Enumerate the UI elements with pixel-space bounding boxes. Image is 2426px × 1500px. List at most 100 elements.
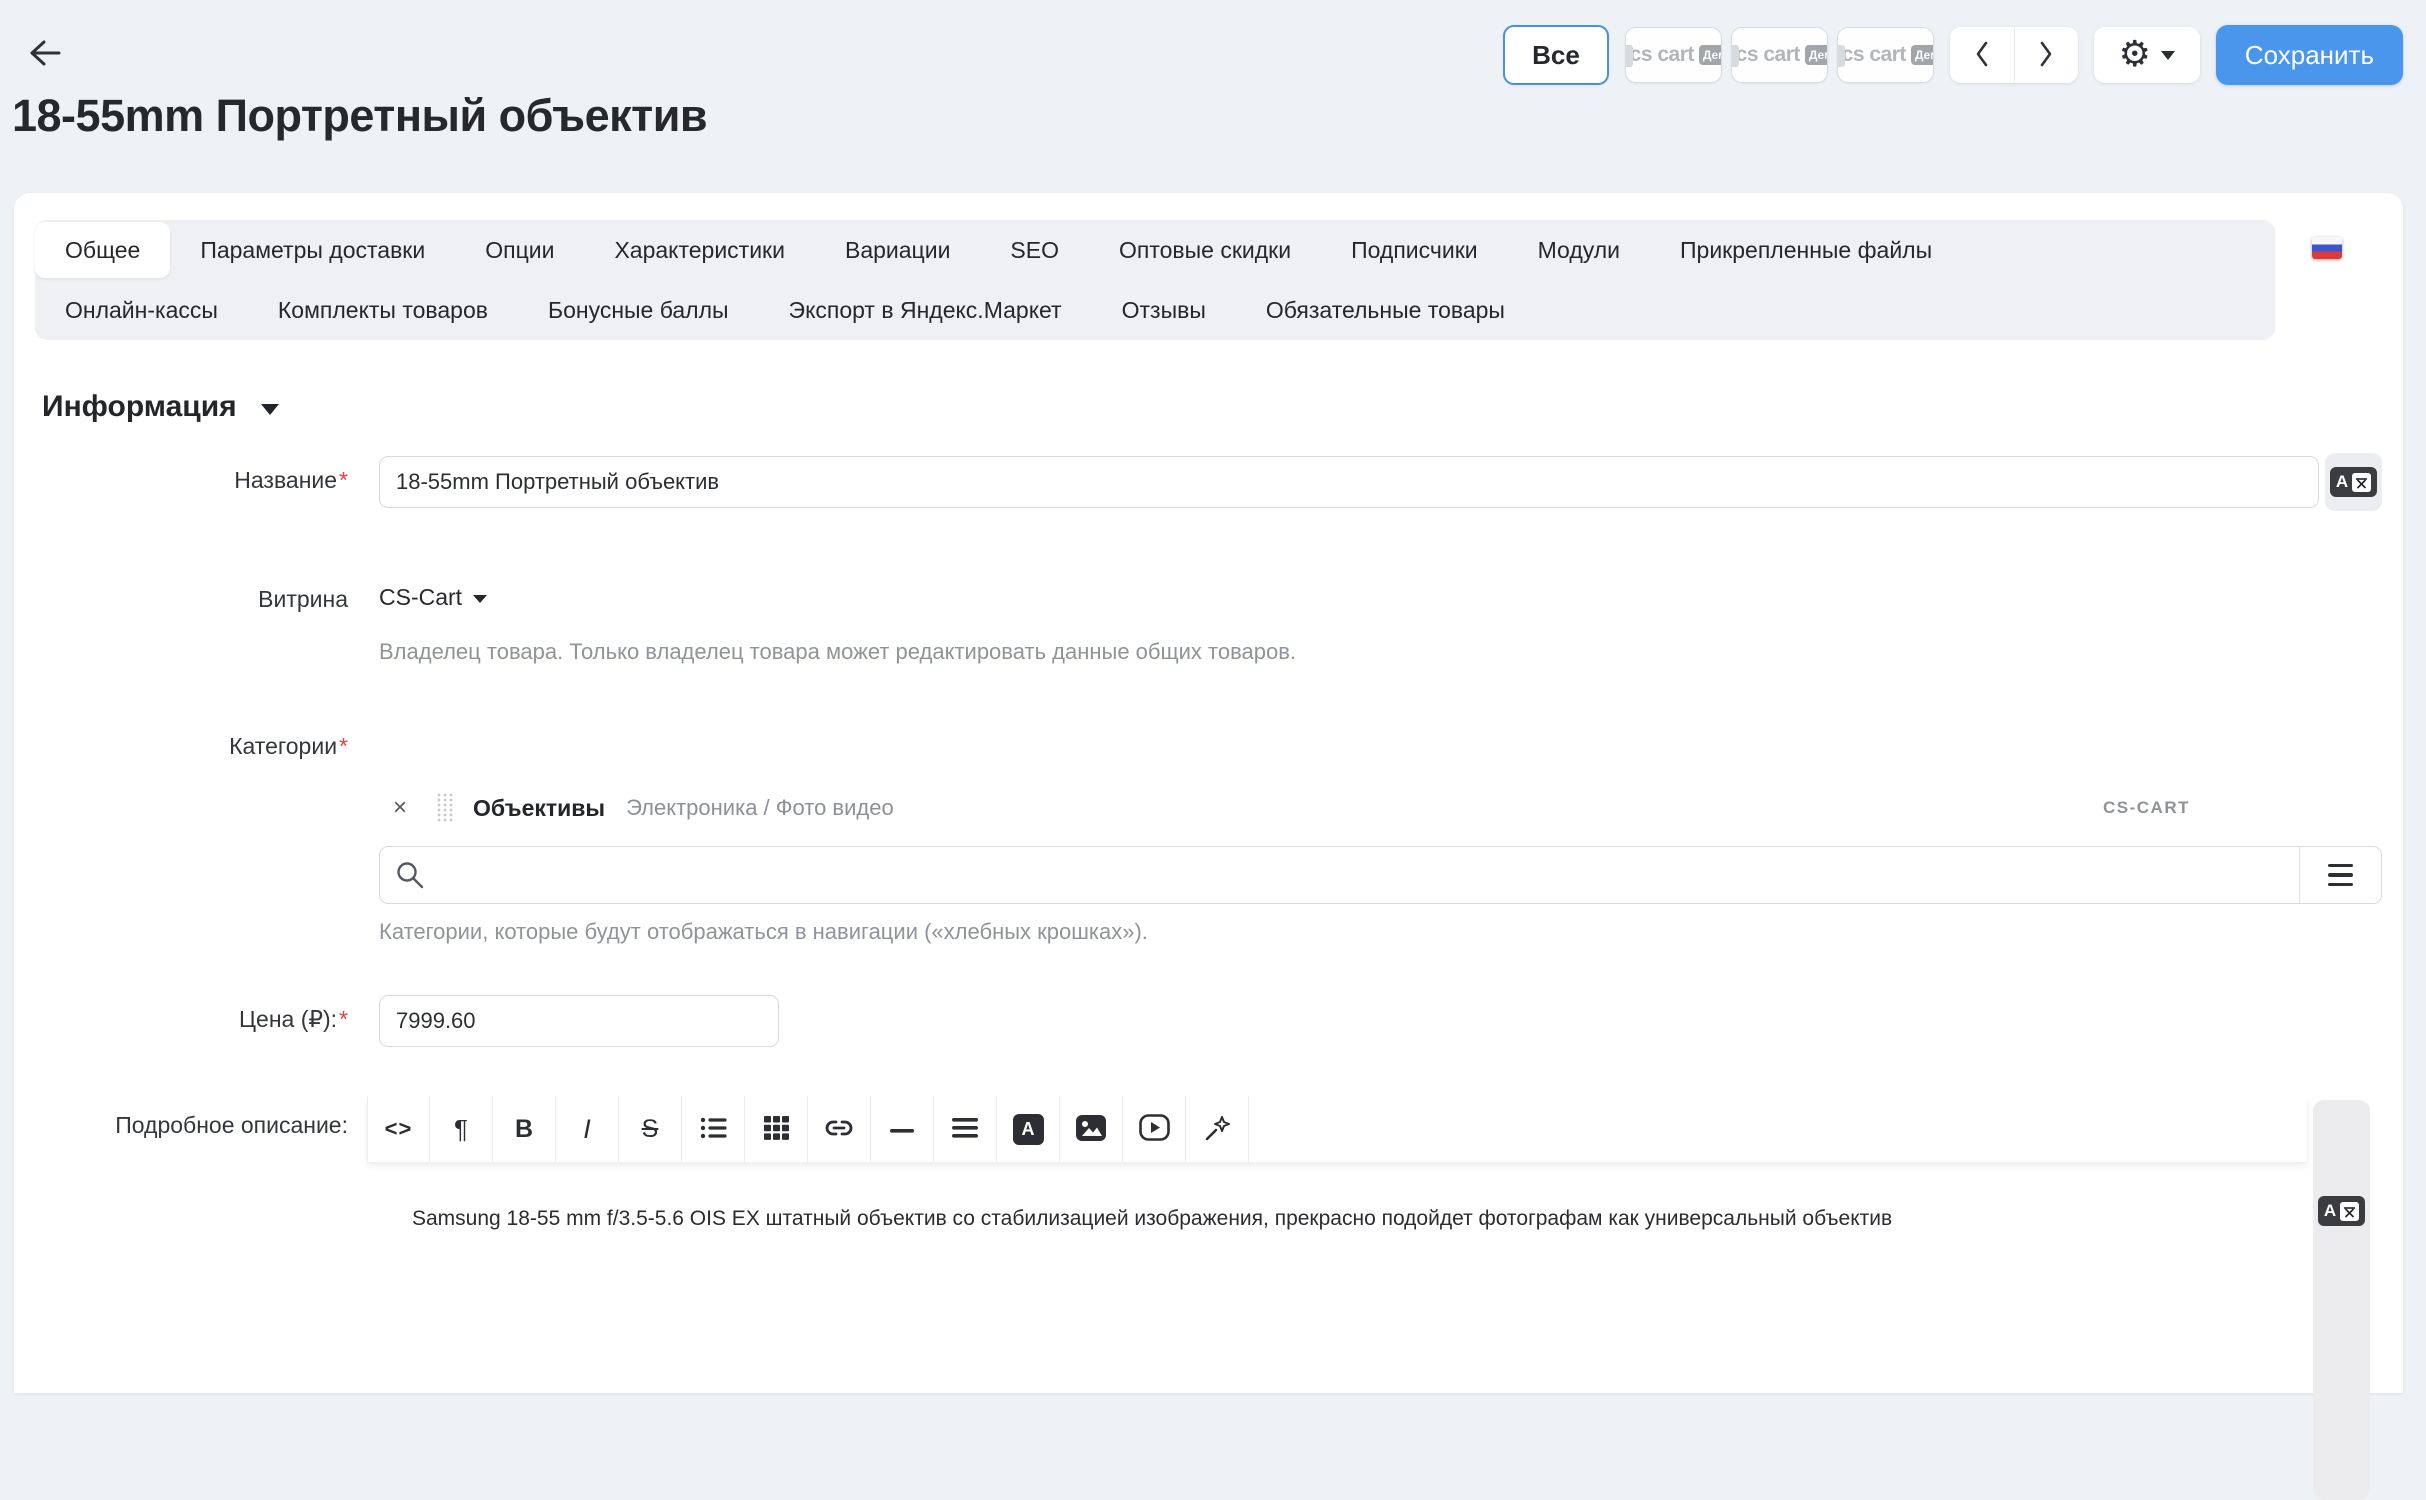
categories-hint: Категории, которые будут отображаться в … (379, 919, 2403, 945)
line-height-button[interactable] (934, 1096, 997, 1162)
font-style-button[interactable]: A (997, 1096, 1060, 1162)
tab-online-checkouts[interactable]: Онлайн-кассы (35, 282, 248, 338)
tab-attachments[interactable]: Прикрепленные файлы (1650, 222, 1962, 278)
storefront-logo: cs cart (1736, 43, 1800, 67)
back-arrow-icon (26, 37, 62, 72)
tab-addons[interactable]: Модули (1508, 222, 1650, 278)
insert-video-button[interactable] (1123, 1096, 1186, 1162)
required-asterisk: * (339, 467, 348, 493)
translate-icon[interactable]: A (2318, 1196, 2365, 1226)
tab-reviews[interactable]: Отзывы (1092, 282, 1236, 338)
tab-subscribers[interactable]: Подписчики (1321, 222, 1508, 278)
link-icon (824, 1117, 854, 1142)
storefront-field-row: Витрина CS-Cart Владелец товара. Только … (35, 575, 2403, 665)
rich-text-editor: A <> ¶ B I S (367, 1096, 2370, 1292)
magic-wand-icon (1203, 1114, 1231, 1145)
editor-language-gutter: A (2313, 1100, 2370, 1500)
tab-shipping-properties[interactable]: Параметры доставки (170, 222, 455, 278)
magic-tools-button[interactable] (1186, 1096, 1249, 1162)
tab-reward-points[interactable]: Бонусные баллы (518, 282, 759, 338)
category-path: Электроника / Фото видео (626, 795, 894, 821)
storefront-logo: cs cart (1630, 43, 1694, 67)
storefront-logo: cs cart (1842, 43, 1906, 67)
tab-seo[interactable]: SEO (980, 222, 1089, 278)
menu-icon (2328, 864, 2353, 868)
pagination-nav (1950, 27, 2078, 83)
chevron-right-icon (2037, 39, 2055, 72)
tab-required-products[interactable]: Обязательные товары (1236, 282, 1535, 338)
topbar-actions: Все cs cart Дем cs cart Дем cs cart Дем … (1503, 24, 2403, 86)
name-label: Название* (35, 456, 348, 494)
strikethrough-button[interactable]: S (619, 1096, 682, 1162)
tab-qty-discounts[interactable]: Оптовые скидки (1089, 222, 1321, 278)
list-icon (700, 1116, 727, 1143)
horizontal-rule-icon (890, 1122, 914, 1137)
tab-yandex-market-export[interactable]: Экспорт в Яндекс.Маркет (759, 282, 1092, 338)
remove-category-button[interactable]: × (393, 796, 407, 820)
drag-handle-icon[interactable] (436, 792, 454, 824)
save-button[interactable]: Сохранить (2216, 25, 2403, 85)
storefront-badge: Дем (1911, 45, 1934, 65)
storefront-button-3[interactable]: cs cart Дем (1837, 27, 1934, 83)
storefront-label: Витрина (35, 575, 348, 613)
description-editor-body[interactable]: Samsung 18-55 mm f/3.5-5.6 OIS EX штатны… (367, 1162, 2307, 1292)
storefront-badge: Дем (1805, 45, 1828, 65)
required-asterisk: * (339, 1006, 348, 1032)
bullet-list-button[interactable] (682, 1096, 745, 1162)
category-list-button[interactable] (2299, 847, 2381, 903)
image-icon (1075, 1114, 1107, 1145)
align-lines-icon (952, 1117, 978, 1142)
tab-product-bundles[interactable]: Комплекты товаров (248, 282, 518, 338)
price-input[interactable] (379, 995, 779, 1047)
tab-options[interactable]: Опции (455, 222, 584, 278)
categories-field-row: Категории* × Объ (35, 733, 2403, 945)
product-edit-card: Общее Параметры доставки Опции Характери… (14, 193, 2403, 1393)
tab-variations[interactable]: Вариации (815, 222, 980, 278)
description-field-row: Подробное описание: A <> ¶ B I S (35, 1096, 2403, 1292)
category-chip: × Объективы Электроника / Фо (379, 792, 2382, 824)
category-name[interactable]: Объективы (473, 795, 605, 822)
section-title: Информация (42, 390, 237, 424)
category-search-group (379, 846, 2382, 904)
settings-dropdown-button[interactable]: ⚙ (2094, 27, 2200, 83)
name-field-row: Название* A (35, 456, 2403, 511)
translate-addon[interactable]: A (2325, 453, 2382, 511)
chevron-down-icon (261, 404, 279, 415)
next-product-button[interactable] (2014, 27, 2078, 83)
storefront-select[interactable]: CS-Cart (379, 575, 487, 611)
bold-button[interactable]: B (493, 1096, 556, 1162)
source-code-button[interactable]: <> (367, 1096, 430, 1162)
storefront-button-1[interactable]: cs cart Дем (1625, 27, 1722, 83)
tab-general[interactable]: Общее (35, 222, 170, 278)
storefront-filter-all-button[interactable]: Все (1503, 25, 1609, 85)
font-color-icon: A (1013, 1114, 1044, 1145)
horizontal-rule-button[interactable] (871, 1096, 934, 1162)
italic-button[interactable]: I (556, 1096, 619, 1162)
chevron-left-icon (1973, 39, 1991, 72)
paragraph-icon: ¶ (454, 1114, 468, 1145)
gear-icon: ⚙ (2119, 37, 2151, 73)
table-icon (764, 1116, 789, 1143)
description-text: Samsung 18-55 mm f/3.5-5.6 OIS EX штатны… (412, 1204, 2267, 1234)
translate-icon: A (2330, 467, 2377, 497)
tab-features[interactable]: Характеристики (584, 222, 815, 278)
prev-product-button[interactable] (1950, 27, 2014, 83)
chevron-down-icon (473, 595, 487, 603)
section-information[interactable]: Информация (42, 390, 2403, 424)
storefront-button-2[interactable]: cs cart Дем (1731, 27, 1828, 83)
language-flag-ru-icon[interactable] (2312, 237, 2342, 259)
storefront-logo-fragment (1837, 45, 1845, 67)
strikethrough-icon: S (642, 1115, 659, 1144)
category-storefront-label: CS-CART (2103, 798, 2190, 818)
search-icon (380, 860, 433, 890)
back-button[interactable] (26, 36, 70, 72)
insert-link-button[interactable] (808, 1096, 871, 1162)
product-name-input[interactable] (379, 456, 2319, 508)
tabs-bar: Общее Параметры доставки Опции Характери… (35, 220, 2275, 340)
chevron-down-icon (2161, 51, 2175, 60)
category-search-input[interactable] (433, 847, 2299, 903)
insert-image-button[interactable] (1060, 1096, 1123, 1162)
table-button[interactable] (745, 1096, 808, 1162)
storefront-badge: Дем (1699, 45, 1722, 65)
paragraph-format-button[interactable]: ¶ (430, 1096, 493, 1162)
